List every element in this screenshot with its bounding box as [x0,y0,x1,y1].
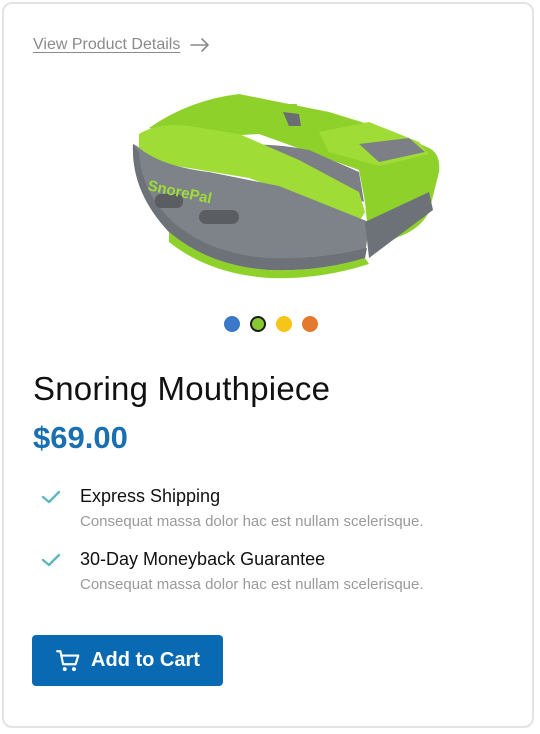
feature-title: 30-Day Moneyback Guarantee [80,549,326,569]
swatch-green[interactable] [250,316,266,332]
swatch-yellow[interactable] [276,316,292,332]
product-image: SnorePal [132,94,440,279]
arrow-right-icon [190,38,210,52]
check-icon [41,553,61,567]
swatch-orange[interactable] [302,316,318,332]
feature-title: Express Shipping [80,486,221,506]
add-to-cart-label: Add to Cart [91,649,200,671]
product-price: $69.00 [33,420,128,455]
feature-description: Consequat massa dolor hac est nullam sce… [80,513,424,530]
swatch-blue[interactable] [224,316,240,332]
product-card: View Product Details SnorePal Snoring Mo… [2,2,534,728]
add-to-cart-button[interactable]: Add to Cart [32,635,223,686]
details-link-label: View Product Details [33,36,181,53]
product-title: Snoring Mouthpiece [33,370,331,407]
feature-description: Consequat massa dolor hac est nullam sce… [80,576,424,593]
view-product-details-link[interactable]: View Product Details [33,36,210,54]
check-icon [41,490,61,504]
cart-icon [56,649,80,671]
color-swatches [224,316,318,332]
